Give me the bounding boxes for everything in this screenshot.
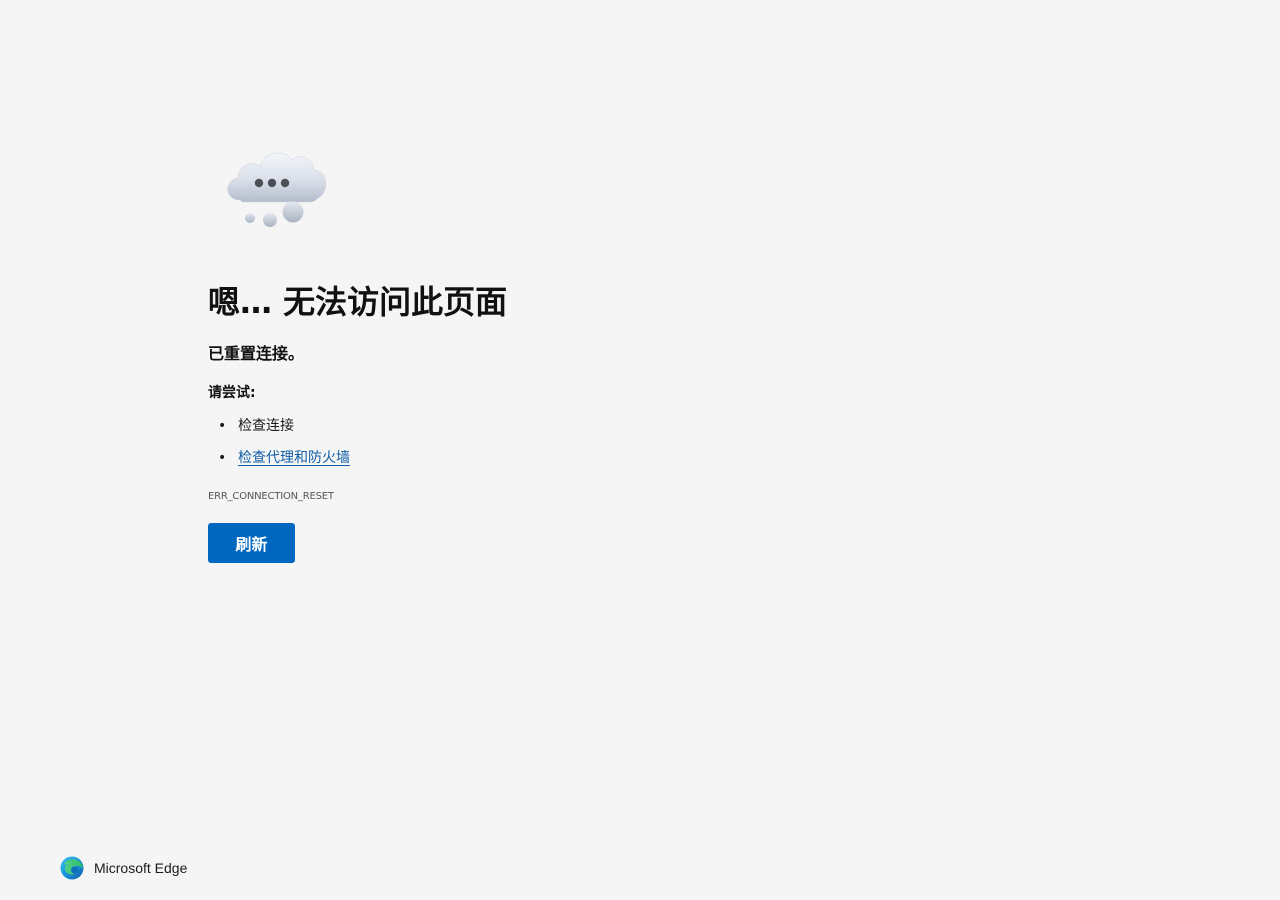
check-proxy-firewall-link[interactable]: 检查代理和防火墙 xyxy=(238,450,350,466)
error-description: 已重置连接。 xyxy=(208,344,305,363)
page-title: 嗯… 无法访问此页面 xyxy=(208,283,508,321)
check-connection-text: 检查连接 xyxy=(238,418,294,434)
edge-logo-icon xyxy=(60,856,84,880)
brand-footer: Microsoft Edge xyxy=(60,855,187,881)
error-page: 嗯… 无法访问此页面 已重置连接。 请尝试: • 检查连接 • 检查代理和防火墙… xyxy=(0,0,1280,900)
list-item: • 检查代理和防火墙 xyxy=(208,448,350,480)
suggestions-list: • 检查连接 • 检查代理和防火墙 xyxy=(208,416,350,480)
error-code: ERR_CONNECTION_RESET xyxy=(208,491,334,502)
cloud-thinking-icon xyxy=(227,152,326,227)
bullet: • xyxy=(218,418,227,434)
brand-name: Microsoft Edge xyxy=(94,860,188,876)
suggestions-heading: 请尝试: xyxy=(208,385,256,401)
bullet: • xyxy=(218,450,227,466)
list-item: • 检查连接 xyxy=(208,416,350,448)
refresh-button[interactable]: 刷新 xyxy=(208,523,295,563)
